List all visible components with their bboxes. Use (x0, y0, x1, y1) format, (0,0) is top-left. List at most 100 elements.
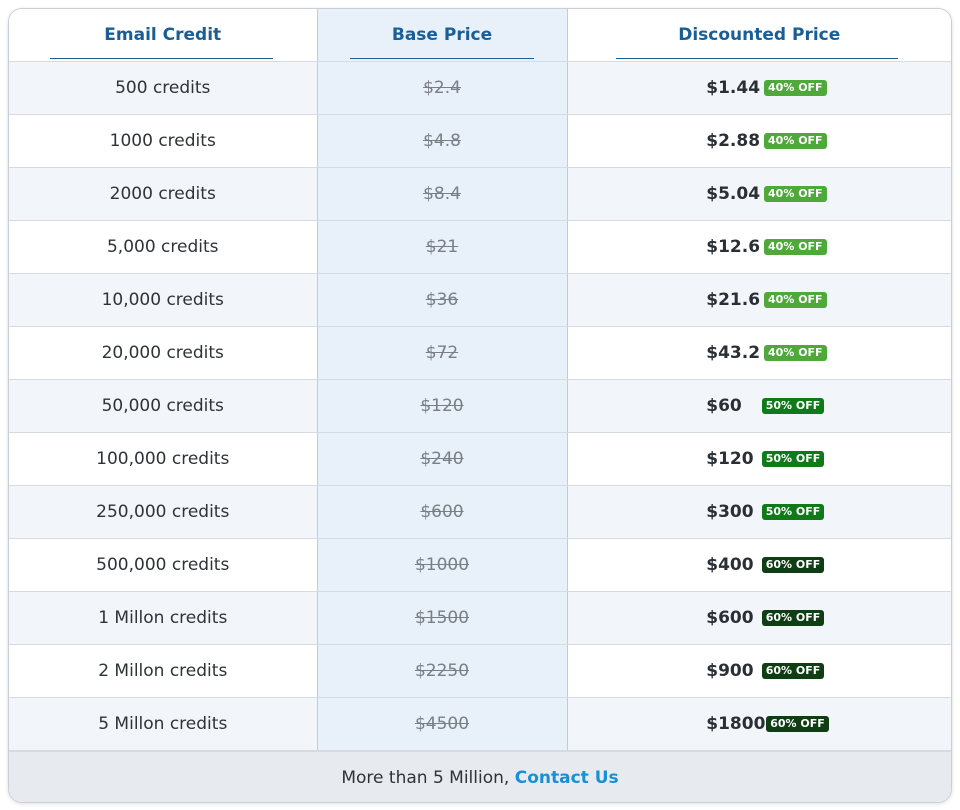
base-price: $240 (420, 449, 464, 469)
discounted-price-cell: $600 60% OFF (567, 591, 951, 645)
discounted-price: $600 (706, 608, 754, 628)
discounted-price: $300 (706, 502, 754, 522)
table-row: 500,000 credits $1000 $400 60% OFF (9, 538, 951, 592)
discounted-price: $60 (706, 396, 742, 416)
discount-badge: 60% OFF (761, 557, 825, 573)
credits-label: 1 Millon credits (98, 608, 228, 628)
discount-badge: 40% OFF (764, 345, 827, 361)
credits-cell: 1000 credits (9, 114, 317, 168)
credits-label: 500,000 credits (96, 555, 230, 575)
base-price-cell: $4500 (316, 697, 568, 751)
base-price-cell: $36 (316, 273, 568, 327)
base-price-cell: $1500 (316, 591, 568, 645)
discounted-price: $400 (706, 555, 754, 575)
base-price: $2.4 (423, 78, 461, 98)
base-price: $1500 (414, 608, 470, 628)
discounted-price: $21.6 (706, 290, 761, 310)
table-row: 2 Millon credits $2250 $900 60% OFF (9, 644, 951, 698)
base-price-cell: $240 (316, 432, 568, 486)
discount-badge: 60% OFF (761, 663, 825, 679)
base-price: $21 (425, 237, 459, 257)
discounted-price: $12.6 (706, 237, 761, 257)
table-row: 250,000 credits $600 $300 50% OFF (9, 485, 951, 539)
credits-label: 2000 credits (109, 184, 216, 204)
credits-cell: 100,000 credits (9, 432, 317, 486)
discount-badge: 40% OFF (764, 80, 827, 96)
base-price-cell: $1000 (316, 538, 568, 592)
discounted-price: $43.2 (706, 343, 761, 363)
discounted-price: $2.88 (706, 131, 761, 151)
discounted-price-cell: $1800 60% OFF (567, 697, 951, 751)
base-price: $600 (420, 502, 464, 522)
pricing-rows: 500 credits $2.4 $1.44 40% OFF 1000 credits $… (9, 61, 951, 751)
table-row: 1000 credits $4.8 $2.88 40% OFF (9, 114, 951, 168)
discounted-price-cell: $2.88 40% OFF (567, 114, 951, 168)
table-row: 5 Millon credits $4500 $1800 60% OFF (9, 697, 951, 751)
header-underline (616, 58, 899, 59)
discounted-price-cell: $400 60% OFF (567, 538, 951, 592)
discount-badge: 60% OFF (766, 716, 829, 732)
base-price-cell: $2.4 (316, 61, 568, 115)
credits-cell: 10,000 credits (9, 273, 317, 327)
table-row: 100,000 credits $240 $120 50% OFF (9, 432, 951, 486)
credits-label: 250,000 credits (96, 502, 230, 522)
header-discounted-price: Discounted Price (567, 9, 951, 62)
credits-label: 500 credits (115, 78, 211, 98)
discounted-price-cell: $900 60% OFF (567, 644, 951, 698)
base-price-cell: $4.8 (316, 114, 568, 168)
base-price: $36 (425, 290, 459, 310)
discounted-price: $900 (706, 661, 754, 681)
table-row: 50,000 credits $120 $60 50% OFF (9, 379, 951, 433)
base-price: $72 (425, 343, 459, 363)
discounted-price: $1800 (706, 714, 766, 734)
discount-badge: 50% OFF (761, 451, 825, 467)
base-price-cell: $120 (316, 379, 568, 433)
discounted-price-cell: $1.44 40% OFF (567, 61, 951, 115)
table-row: 2000 credits $8.4 $5.04 40% OFF (9, 167, 951, 221)
credits-label: 20,000 credits (101, 343, 224, 363)
credits-cell: 2000 credits (9, 167, 317, 221)
base-price-cell: $600 (316, 485, 568, 539)
credits-label: 100,000 credits (96, 449, 230, 469)
base-price-cell: $72 (316, 326, 568, 380)
credits-label: 10,000 credits (101, 290, 224, 310)
credits-label: 5 Millon credits (98, 714, 228, 734)
discounted-price-cell: $5.04 40% OFF (567, 167, 951, 221)
credits-cell: 500,000 credits (9, 538, 317, 592)
discount-badge: 40% OFF (764, 239, 827, 255)
footer: More than 5 Million, Contact Us (9, 751, 951, 802)
base-price: $2250 (414, 661, 470, 681)
base-price: $120 (420, 396, 464, 416)
base-price: $4500 (414, 714, 470, 734)
discount-badge: 50% OFF (761, 398, 825, 414)
header-underline (50, 58, 274, 59)
discounted-price: $1.44 (706, 78, 761, 98)
discount-badge: 40% OFF (764, 133, 827, 149)
pricing-table: Email Credit Base Price Discounted Price… (9, 9, 951, 751)
discounted-price: $5.04 (706, 184, 761, 204)
base-price-cell: $2250 (316, 644, 568, 698)
discounted-price: $120 (706, 449, 754, 469)
table-row: 20,000 credits $72 $43.2 40% OFF (9, 326, 951, 380)
table-row: 10,000 credits $36 $21.6 40% OFF (9, 273, 951, 327)
discounted-price-cell: $60 50% OFF (567, 379, 951, 433)
credits-label: 2 Millon credits (98, 661, 228, 681)
table-row: 500 credits $2.4 $1.44 40% OFF (9, 61, 951, 115)
table-row: 5,000 credits $21 $12.6 40% OFF (9, 220, 951, 274)
credits-cell: 5,000 credits (9, 220, 317, 274)
base-price-cell: $8.4 (316, 167, 568, 221)
credits-cell: 250,000 credits (9, 485, 317, 539)
contact-us-link[interactable]: Contact Us (515, 768, 619, 788)
credits-cell: 20,000 credits (9, 326, 317, 380)
credits-cell: 1 Millon credits (9, 591, 317, 645)
header-base-price-label: Base Price (391, 25, 493, 45)
credits-label: 1000 credits (109, 131, 216, 151)
base-price-cell: $21 (316, 220, 568, 274)
credits-label: 5,000 credits (106, 237, 219, 257)
header-underline (349, 58, 535, 59)
header-email-credit-label: Email Credit (104, 25, 222, 45)
discount-badge: 60% OFF (761, 610, 825, 626)
table-row: 1 Millon credits $1500 $600 60% OFF (9, 591, 951, 645)
discounted-price-cell: $12.6 40% OFF (567, 220, 951, 274)
credits-cell: 500 credits (9, 61, 317, 115)
